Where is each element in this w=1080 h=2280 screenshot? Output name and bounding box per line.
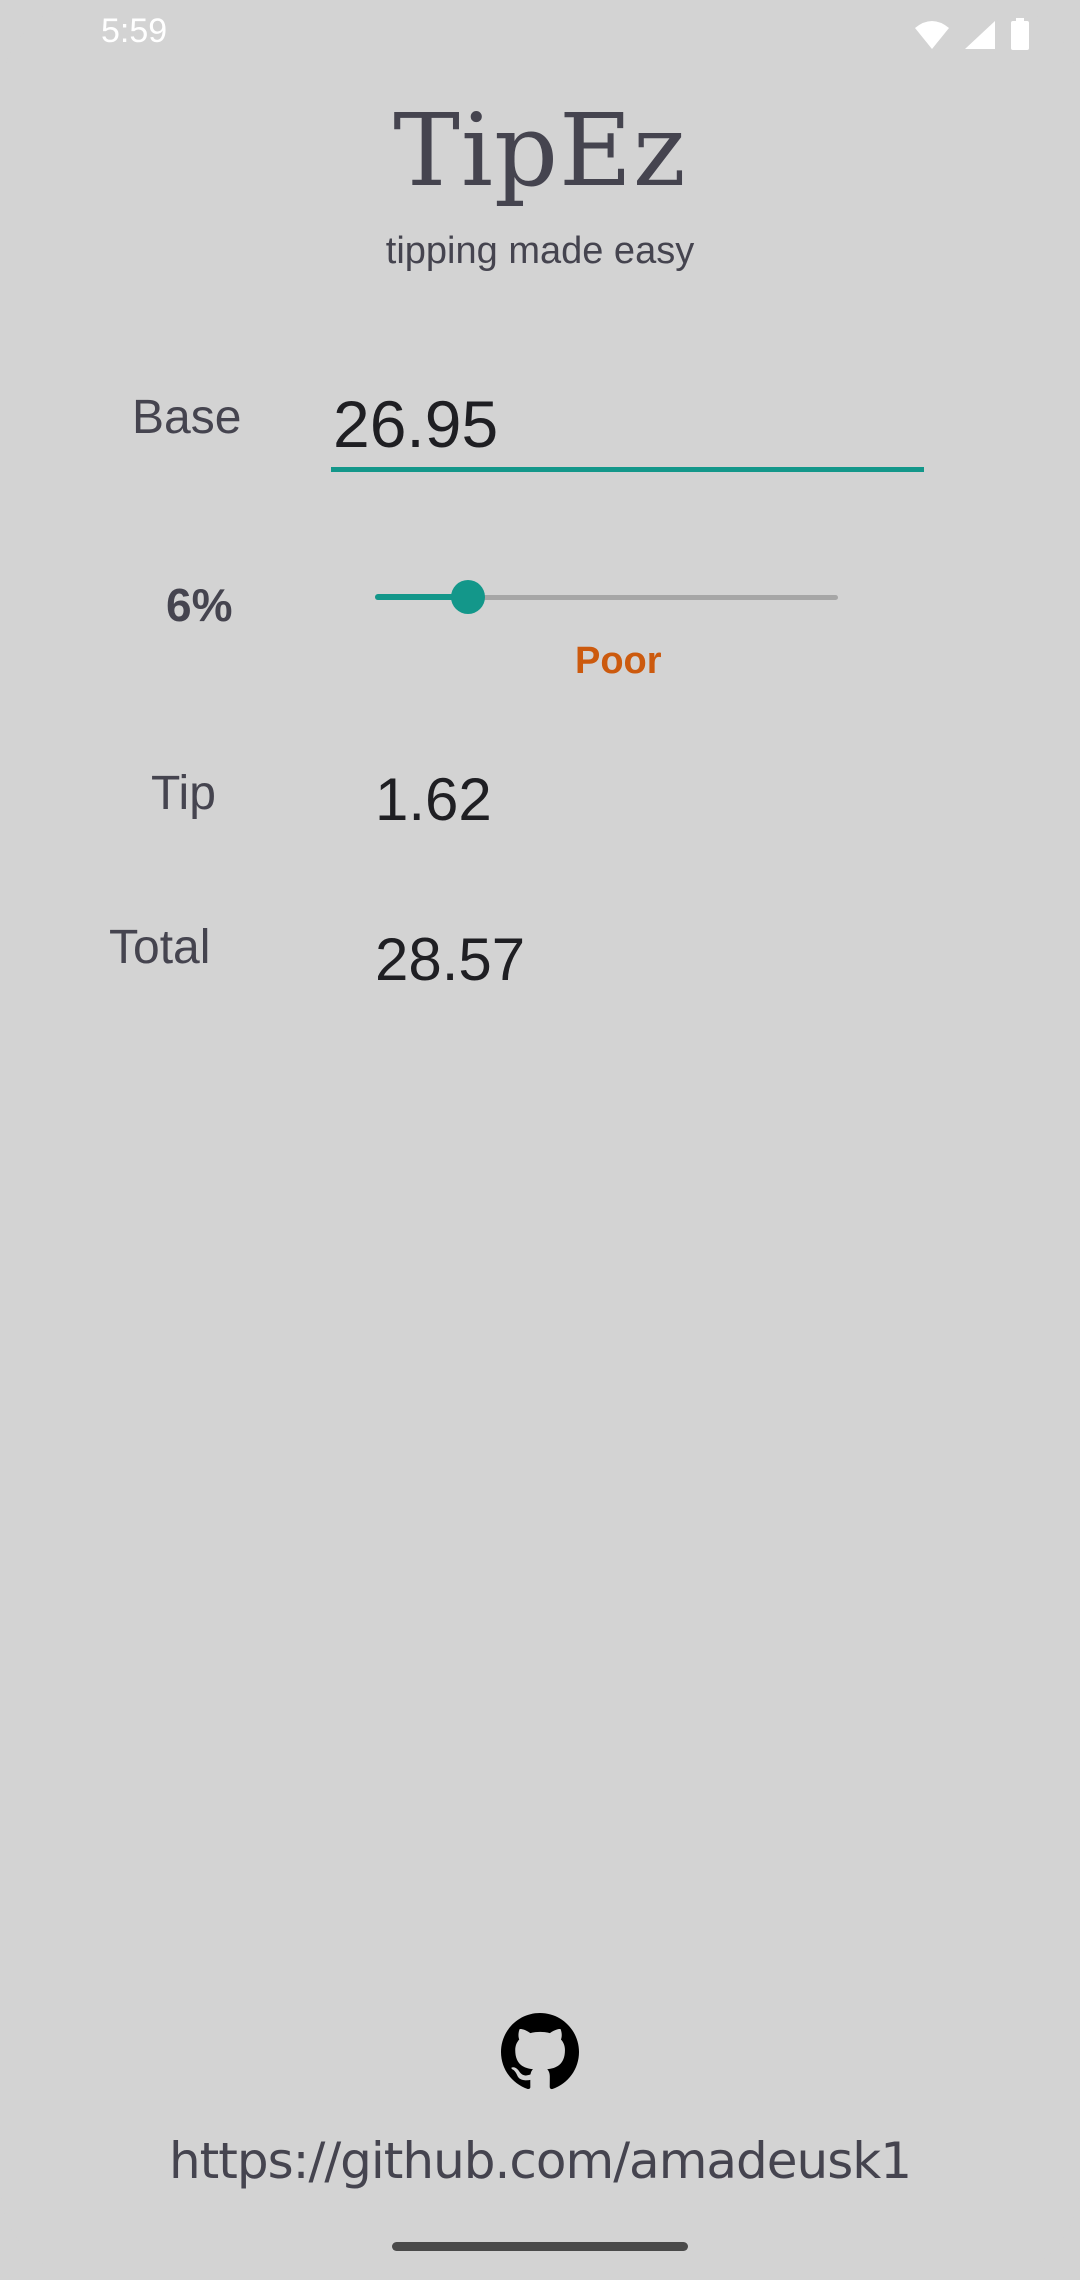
app-title: TipEz bbox=[393, 92, 687, 209]
tip-value: 1.62 bbox=[375, 766, 492, 833]
tip-label: Tip bbox=[151, 767, 216, 820]
screen: 5:59 TipEz tipping made easy Base 6% Poo… bbox=[0, 0, 1080, 2280]
tip-percent-label: 6% bbox=[166, 579, 233, 631]
home-indicator[interactable] bbox=[392, 2242, 688, 2251]
tip-rating-label: Poor bbox=[575, 640, 662, 682]
status-bar: 5:59 bbox=[0, 0, 1080, 64]
status-icons bbox=[914, 18, 1030, 50]
base-amount-input[interactable] bbox=[331, 380, 924, 472]
total-value: 28.57 bbox=[375, 926, 526, 993]
github-icon[interactable] bbox=[501, 2013, 579, 2091]
status-time: 5:59 bbox=[101, 12, 168, 50]
app-subtitle: tipping made easy bbox=[385, 230, 695, 272]
tip-percent-slider[interactable] bbox=[375, 577, 838, 617]
slider-thumb[interactable] bbox=[450, 580, 485, 614]
github-repo-link[interactable]: https://github.com/amadeusk1 bbox=[0, 2132, 1080, 2190]
total-label: Total bbox=[109, 921, 211, 974]
base-label: Base bbox=[132, 391, 242, 444]
wifi-icon bbox=[915, 21, 949, 49]
battery-icon bbox=[1011, 18, 1029, 50]
signal-icon bbox=[965, 21, 995, 49]
